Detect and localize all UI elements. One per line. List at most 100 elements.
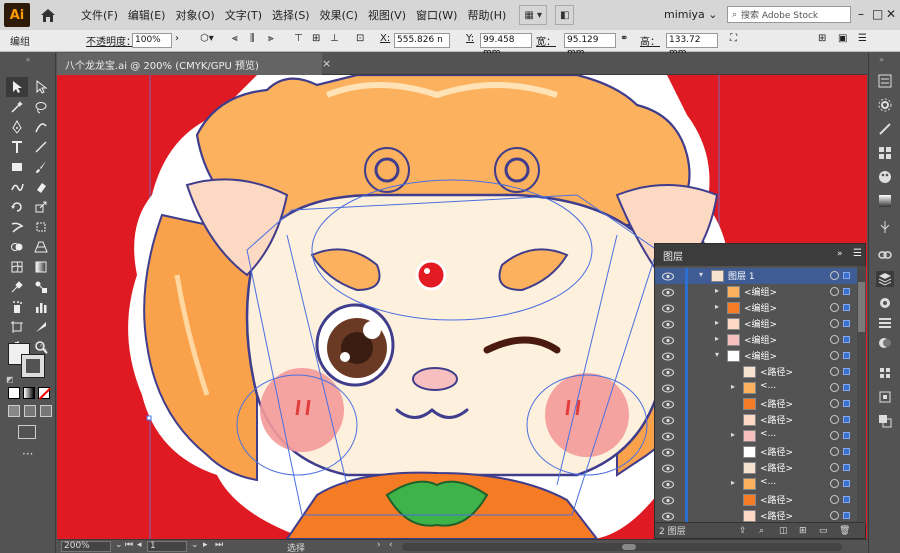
layer-row[interactable]: <路径>	[655, 492, 857, 508]
selection-square-icon[interactable]	[843, 496, 850, 503]
gpu-preview-icon[interactable]: ◧	[554, 5, 575, 25]
properties-icon[interactable]	[876, 73, 894, 89]
gradient-tool-icon[interactable]	[30, 257, 52, 277]
export-asset-icon[interactable]: ⇪	[739, 526, 747, 536]
selection-square-icon[interactable]	[843, 400, 850, 407]
rectangle-tool-icon[interactable]	[6, 157, 28, 177]
artboard-tool-icon[interactable]	[6, 317, 28, 337]
swap-fill-stroke-icon[interactable]: ⤡	[40, 343, 46, 353]
visibility-eye-icon[interactable]	[662, 511, 674, 521]
visibility-eye-icon[interactable]	[662, 287, 674, 297]
blend-tool-icon[interactable]	[30, 277, 52, 297]
selection-square-icon[interactable]	[843, 384, 850, 391]
warp-tool-icon[interactable]	[6, 217, 28, 237]
graph-tool-icon[interactable]	[30, 297, 52, 317]
close-window-icon[interactable]: ✕	[886, 7, 896, 21]
draw-inside-icon[interactable]	[40, 405, 52, 417]
stroke-swatch[interactable]	[21, 354, 45, 378]
draw-normal-icon[interactable]	[8, 405, 20, 417]
next-artboard-icon[interactable]: ▸	[203, 540, 208, 550]
selection-tool-icon[interactable]	[6, 77, 28, 97]
line-tool-icon[interactable]	[30, 137, 52, 157]
visibility-eye-icon[interactable]	[662, 399, 674, 409]
layer-row[interactable]: <路径>	[655, 444, 857, 460]
link-proportions-icon[interactable]: ⚭	[620, 33, 628, 44]
lasso-tool-icon[interactable]	[30, 97, 52, 117]
layer-row[interactable]: ▸ <编组>	[655, 316, 857, 332]
target-circle-icon[interactable]	[830, 303, 839, 312]
width-input[interactable]: 95.129 mm	[564, 33, 616, 58]
align-right-icon[interactable]: ⫸	[268, 33, 274, 44]
gradient-panel-icon[interactable]	[876, 193, 894, 209]
layers-panel-header[interactable]: 图层 » ☰	[655, 244, 865, 266]
brushes-icon[interactable]	[876, 121, 894, 137]
layers-menu-icon[interactable]: ☰	[853, 248, 862, 259]
gradient-mode-icon[interactable]	[23, 387, 35, 399]
layer-row[interactable]: <路径>	[655, 460, 857, 476]
opacity-dropdown-icon[interactable]: ›	[175, 33, 179, 44]
target-circle-icon[interactable]	[830, 335, 839, 344]
visibility-eye-icon[interactable]	[662, 383, 674, 393]
maximize-icon[interactable]: □	[872, 7, 883, 21]
recolor-icon[interactable]: ⬡▾	[200, 33, 214, 44]
target-circle-icon[interactable]	[830, 479, 839, 488]
target-circle-icon[interactable]	[830, 495, 839, 504]
height-input[interactable]: 133.72 mm	[666, 33, 718, 58]
magic-wand-tool-icon[interactable]	[6, 97, 28, 117]
expand-arrow-icon[interactable]: ▸	[715, 334, 719, 343]
minimize-icon[interactable]: –	[858, 7, 864, 21]
expand-arrow-icon[interactable]: ▸	[715, 318, 719, 327]
zoom-dropdown-icon[interactable]: ⌄	[115, 540, 123, 550]
visibility-eye-icon[interactable]	[662, 431, 674, 441]
layer-row[interactable]: ▸ <编组>	[655, 284, 857, 300]
y-input[interactable]: 99.458 mm	[480, 33, 532, 58]
layers-scrollbar[interactable]	[857, 266, 866, 524]
settings-gear-icon[interactable]	[876, 97, 894, 113]
visibility-eye-icon[interactable]	[662, 367, 674, 377]
swatches-icon[interactable]	[876, 145, 894, 161]
target-circle-icon[interactable]	[830, 287, 839, 296]
clipping-mask-icon[interactable]: ◫	[779, 526, 788, 536]
expand-arrow-icon[interactable]: ▸	[715, 286, 719, 295]
expand-arrow-icon[interactable]: ▸	[731, 382, 735, 391]
transparency-icon[interactable]	[876, 335, 894, 351]
close-document-icon[interactable]: ×	[322, 57, 331, 70]
align-panel-icon[interactable]	[876, 365, 894, 381]
layers-icon[interactable]	[876, 271, 894, 287]
menu-view[interactable]: 视图(V)	[363, 7, 411, 23]
horizontal-scrollbar[interactable]	[402, 543, 842, 551]
target-circle-icon[interactable]	[830, 415, 839, 424]
stroke-panel-icon[interactable]	[876, 315, 894, 331]
curvature-tool-icon[interactable]	[30, 117, 52, 137]
perspective-grid-tool-icon[interactable]	[30, 237, 52, 257]
visibility-eye-icon[interactable]	[662, 447, 674, 457]
layer-row[interactable]: <路径>	[655, 396, 857, 412]
document-tab[interactable]: 八个龙龙宝.ai @ 200% (CMYK/GPU 预览)	[57, 53, 322, 75]
rotate-tool-icon[interactable]	[6, 197, 28, 217]
transform-panel-icon[interactable]: ⛶	[730, 33, 737, 44]
visibility-eye-icon[interactable]	[662, 335, 674, 345]
edit-toolbar-icon[interactable]: ···	[22, 447, 33, 461]
selection-square-icon[interactable]	[843, 320, 850, 327]
target-circle-icon[interactable]	[830, 367, 839, 376]
align-left-icon[interactable]: ⫷	[232, 33, 238, 44]
menu-help[interactable]: 帮助(H)	[462, 7, 511, 23]
dock-collapse-icon[interactable]: »	[879, 55, 884, 64]
layer-row[interactable]: ▸ <...	[655, 476, 857, 492]
direct-selection-tool-icon[interactable]	[30, 77, 52, 97]
layer-row[interactable]: ▾ <编组>	[655, 348, 857, 364]
artboard-field[interactable]: 1	[147, 541, 187, 552]
new-sublayer-icon[interactable]: ⊞	[799, 526, 807, 536]
expand-arrow-icon[interactable]: ▸	[731, 430, 735, 439]
color-palette-icon[interactable]	[876, 169, 894, 185]
expand-arrow-icon[interactable]: ▸	[715, 302, 719, 311]
first-artboard-icon[interactable]: ⏮	[125, 540, 133, 550]
puppet-warp-icon[interactable]	[876, 219, 894, 235]
eyedropper-tool-icon[interactable]	[6, 277, 28, 297]
pathfinder-icon[interactable]	[876, 413, 894, 429]
layer-row-top[interactable]: ▾ 图层 1	[655, 268, 857, 284]
collapse-arrow-icon[interactable]: ▾	[715, 350, 719, 359]
layer-row[interactable]: <路径>	[655, 412, 857, 428]
selection-square-icon[interactable]	[843, 336, 850, 343]
draw-behind-icon[interactable]	[24, 405, 36, 417]
